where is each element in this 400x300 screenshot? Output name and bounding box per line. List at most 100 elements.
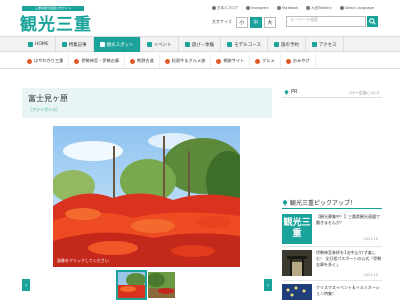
nav-events[interactable]: イベント (141, 37, 179, 52)
pr-header: PR バナー広告について (282, 88, 382, 98)
spot-photo[interactable]: 画像をクリックしてください (53, 126, 240, 267)
subnav-label: はやわかり三重 (34, 58, 64, 63)
nav-features[interactable]: 特集記事 (56, 37, 94, 52)
pr-label-text: PR (291, 89, 298, 95)
subnav-label: 桐旅サイト (223, 58, 245, 63)
thumb-prev-button[interactable]: ‹ (22, 279, 30, 291)
subnav-site[interactable]: 桐旅サイト (211, 54, 251, 68)
nav-label: アクセス (318, 42, 337, 48)
font-size-large-button[interactable]: 大 (263, 16, 276, 28)
nav-booking[interactable]: 旅の予約 (268, 37, 306, 52)
header-link-label: Facebook (281, 6, 299, 10)
shrine-icon (74, 58, 80, 64)
pickup-item-1-text[interactable]: 【観光募集中！】三重県観光連盟で働きませんか？ (316, 214, 382, 226)
shrine-photo (282, 250, 312, 276)
beef-icon (164, 58, 170, 64)
thumbnail-1[interactable] (116, 270, 147, 300)
calendar-icon (273, 42, 279, 47)
pickup-item-3-text[interactable]: クリスマスイベント＆イルミネーション特集！ (316, 285, 382, 297)
pin-icon (282, 199, 288, 206)
subnav-kumano[interactable]: 熊野古道 (125, 54, 160, 68)
page-title: 富士見ヶ原 (28, 94, 68, 103)
header-link-label: 日本人ブログ (217, 5, 238, 10)
header-link-x[interactable]: X(旧Twitter) (306, 5, 332, 11)
font-size-small-button[interactable]: 小 (235, 16, 248, 28)
subnav-ise[interactable]: 伊勢神宮・伊勢志摩 (69, 54, 126, 68)
language-icon (339, 6, 344, 10)
azalea-field-photo (53, 126, 240, 267)
site-header: 三重県観光連盟公式サイト 観光三重 日本人ブログ Instagram Faceb… (0, 0, 400, 35)
font-size-switcher: 文字サイズ 小 中 大 (212, 16, 276, 28)
pickup-item-1-date: 2022.10 (363, 237, 378, 241)
header-link-facebook[interactable]: Facebook (276, 6, 299, 10)
thumb-next-button[interactable]: › (264, 279, 272, 291)
font-size-label: 文字サイズ (212, 19, 232, 24)
thumbnail-image (118, 272, 145, 298)
home-icon (28, 42, 33, 47)
nav-access[interactable]: アクセス (306, 37, 344, 52)
header-link-blog[interactable]: 日本人ブログ (212, 6, 238, 11)
nav-home[interactable]: HOME (22, 37, 56, 52)
train-icon (311, 42, 317, 47)
header-link-label: Select Language (344, 6, 374, 10)
subnav-label: 松阪牛＆グルメ旅 (171, 58, 206, 63)
search-input[interactable]: キーワード検索 (286, 16, 366, 27)
pickup-item-2-date: 2022.10 (363, 273, 378, 277)
main-nav: HOME 特集記事 観光スポット イベント 遊び・体験 モデルコース 旅の予約 … (0, 36, 400, 52)
camera-icon (99, 42, 105, 47)
subnav-overview[interactable]: はやわかり三重 (22, 54, 70, 68)
pin-icon (284, 89, 289, 95)
gift-icon (285, 58, 291, 64)
chevron-right-icon: › (266, 281, 270, 289)
subnav-souvenir[interactable]: おみやげ (281, 54, 316, 68)
x-icon (306, 6, 311, 10)
nav-label: 観光スポット (106, 42, 134, 48)
chevron-left-icon: ‹ (24, 281, 28, 289)
search-icon (369, 18, 376, 25)
header-links: 日本人ブログ Instagram Facebook X(旧Twitter) Se… (212, 4, 374, 12)
event-icon (146, 42, 152, 47)
spot-title-box: 富士見ヶ原 （フジミガハラ） (22, 88, 272, 118)
nav-model-course[interactable]: モデルコース (221, 37, 268, 52)
trail-icon (130, 58, 136, 64)
header-link-label: Instagram (251, 6, 269, 10)
subnav-label: グルメ (262, 58, 275, 63)
pickup-item-3-image[interactable] (282, 284, 312, 300)
nav-label: HOME (35, 42, 49, 47)
header-link-language[interactable]: Select Language (339, 6, 374, 10)
pickup-title: 観光三重ピックアップ！ (282, 198, 356, 207)
site-icon (216, 58, 222, 64)
thumbnail-image (148, 272, 175, 298)
photo-caption: 画像をクリックしてください (57, 258, 109, 263)
nav-activities[interactable]: 遊び・体験 (179, 37, 222, 52)
thumbnail-2[interactable] (148, 272, 175, 298)
nav-label: 特集記事 (68, 42, 87, 48)
article-icon (61, 42, 67, 47)
nav-spots[interactable]: 観光スポット (93, 37, 141, 52)
subnav-label: おみやげ (292, 58, 310, 63)
page-title-reading: （フジミガハラ） (28, 107, 60, 112)
pickup-item-2-text[interactable]: 伊勢神宮参拝を1泊中止/けず楽しむ！ 全日程パスポートの公式「伊勢志摩を多く」 (316, 250, 382, 268)
pr-label: PR (284, 89, 298, 95)
sub-nav: はやわかり三重 伊勢神宮・伊勢志摩 熊野古道 松阪牛＆グルメ旅 桐旅サイト グル… (0, 54, 400, 69)
font-size-medium-button[interactable]: 中 (249, 16, 262, 28)
nav-label: 遊び・体験 (191, 42, 215, 48)
facebook-icon (276, 6, 281, 10)
header-link-instagram[interactable]: Instagram (246, 6, 269, 10)
pickup-separator (282, 280, 382, 281)
globe-icon (212, 6, 216, 10)
header-link-label: X(旧Twitter) (311, 5, 332, 10)
pickup-item-1-image[interactable]: 観光三重 (282, 214, 312, 244)
instagram-icon (246, 6, 250, 10)
subnav-label: 伊勢神宮・伊勢志摩 (81, 58, 120, 63)
pickup-item-2-image[interactable] (282, 250, 312, 276)
food-icon (255, 58, 261, 64)
site-logo[interactable]: 観光三重 (20, 10, 92, 35)
pickup-separator (282, 246, 382, 247)
subnav-gourmet[interactable]: グルメ (250, 54, 281, 68)
nav-label: モデルコース (234, 42, 261, 48)
pr-banner-note[interactable]: バナー広告について (349, 91, 380, 96)
search-button[interactable] (367, 16, 378, 27)
pickup-divider (282, 208, 382, 209)
subnav-matsusaka[interactable]: 松阪牛＆グルメ旅 (160, 54, 212, 68)
